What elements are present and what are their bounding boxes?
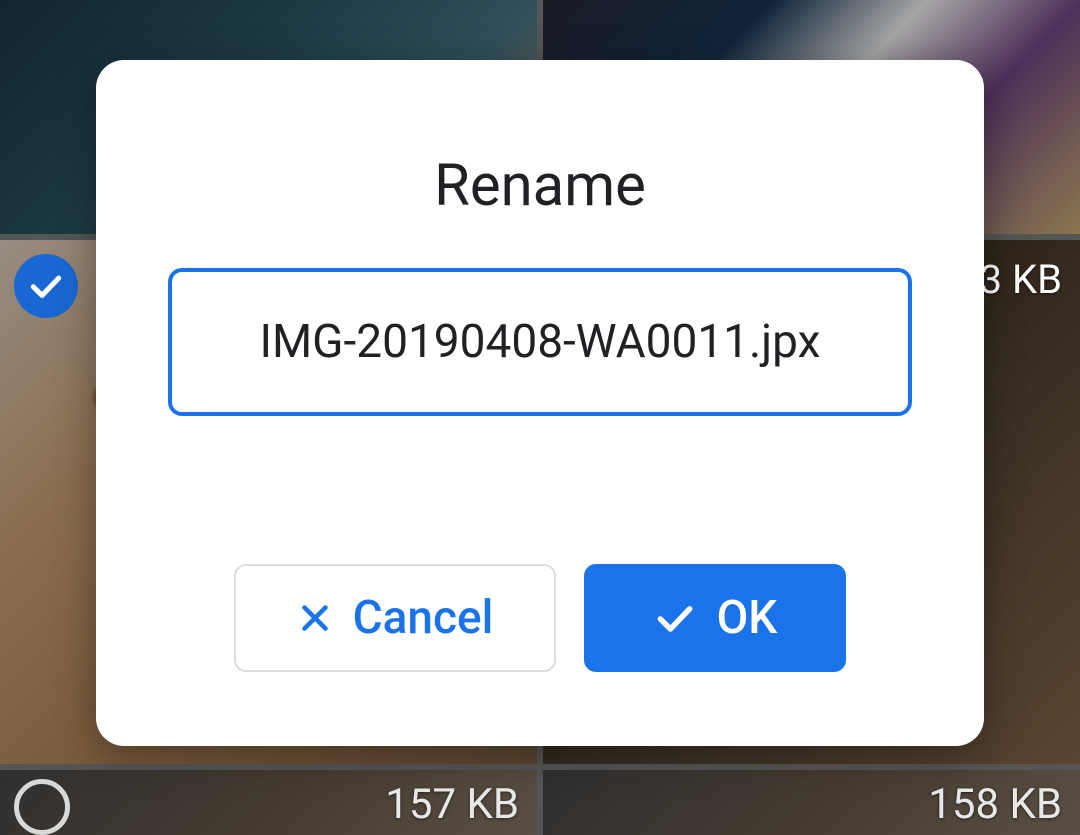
ok-button-label: OK xyxy=(717,591,778,645)
photo-thumbnail[interactable]: 158 KB xyxy=(543,770,1080,835)
photo-thumbnail[interactable]: 157 KB xyxy=(0,770,537,835)
file-size-label: 3 KB xyxy=(980,256,1062,303)
check-icon xyxy=(653,596,697,640)
ok-button[interactable]: OK xyxy=(584,564,846,672)
dialog-button-row: Cancel OK xyxy=(234,564,846,672)
close-icon xyxy=(297,600,333,636)
file-size-label: 158 KB xyxy=(928,780,1062,829)
cancel-button[interactable]: Cancel xyxy=(234,564,556,672)
filename-input[interactable] xyxy=(168,268,912,416)
file-size-label: 157 KB xyxy=(385,780,519,829)
dialog-title: Rename xyxy=(434,152,646,220)
cancel-button-label: Cancel xyxy=(353,591,494,645)
rename-dialog: Rename Cancel OK xyxy=(96,60,984,746)
selection-circle-icon[interactable] xyxy=(14,779,70,835)
selected-check-icon xyxy=(14,254,78,318)
